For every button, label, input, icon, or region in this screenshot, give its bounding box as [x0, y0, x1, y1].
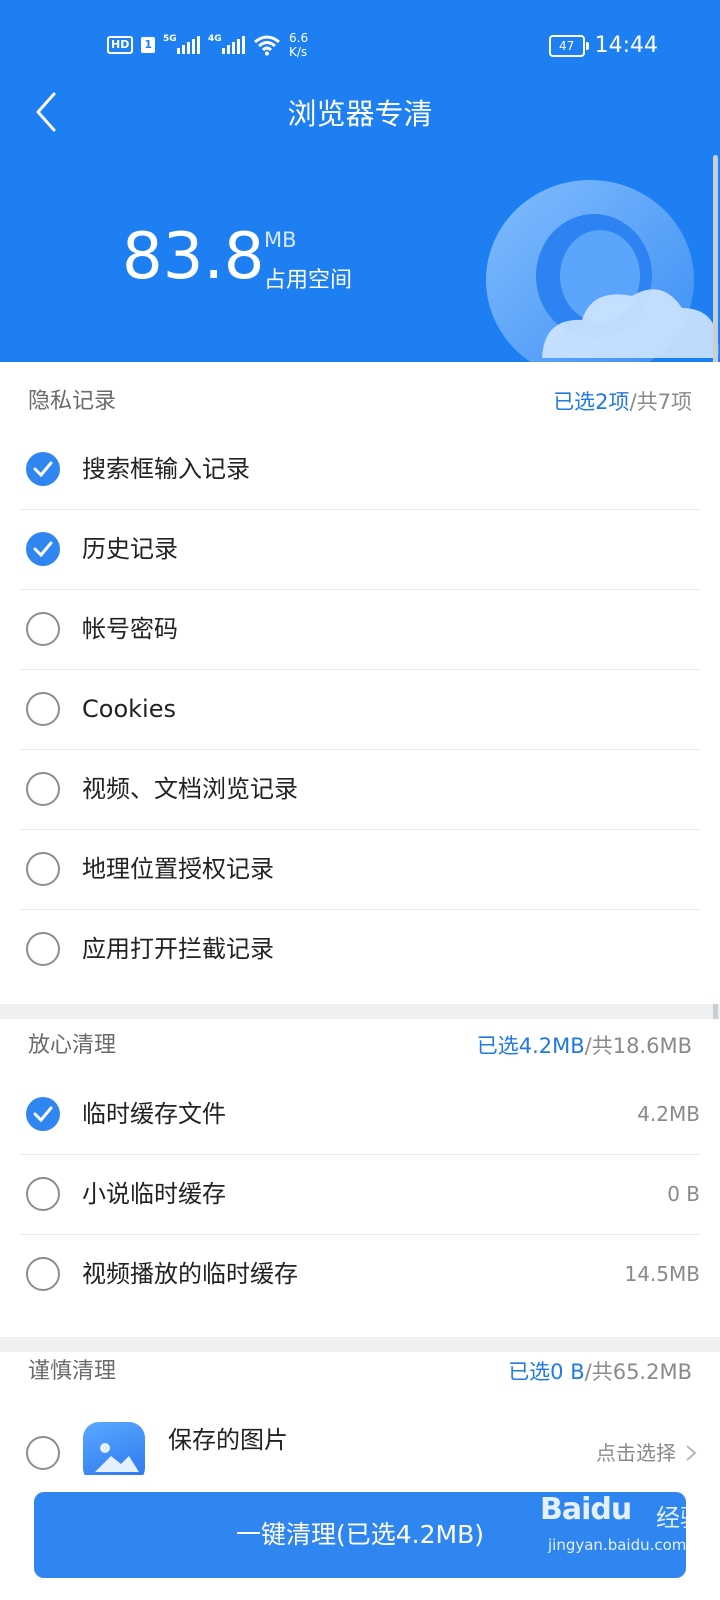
clock: 14:44 — [594, 33, 658, 58]
item-label: 小说临时缓存 — [82, 1180, 226, 1208]
privacy-item-location[interactable]: 地理位置授权记录 — [20, 829, 700, 910]
hd-badge: HD — [107, 36, 134, 54]
privacy-records-section: 隐私记录 已选2项/共7项 搜索框输入记录 历史记录 帐号密码 Cookies … — [0, 362, 720, 1004]
checked-icon[interactable] — [26, 532, 60, 566]
unchecked-icon[interactable] — [26, 1436, 60, 1470]
watermark-brand: Baidu — [540, 1492, 632, 1527]
chevron-right-icon — [686, 1445, 697, 1461]
signal-5g-icon: 5G — [163, 34, 200, 54]
unchecked-icon[interactable] — [26, 772, 60, 806]
header: HD 1 5G 4G 6.6 K/s 47 14:44 浏览器专清 83.8 M… — [0, 0, 720, 362]
signal-4g-icon: 4G — [208, 34, 245, 54]
safe-cleanup-section: 放心清理 已选4.2MB/共18.6MB 临时缓存文件 4.2MB 小说临时缓存… — [0, 1019, 720, 1337]
section-header: 放心清理 已选4.2MB/共18.6MB — [28, 1026, 692, 1066]
privacy-item-passwords[interactable]: 帐号密码 — [20, 589, 700, 670]
battery-icon: 47 — [548, 34, 589, 57]
item-label: 应用打开拦截记录 — [82, 935, 274, 963]
item-size: 0 B — [667, 1182, 700, 1206]
item-label: 保存的图片 — [168, 1426, 288, 1454]
unchecked-icon[interactable] — [26, 612, 60, 646]
occupied-size-unit: MB — [264, 228, 297, 252]
privacy-item-history[interactable]: 历史记录 — [20, 509, 700, 590]
item-label: 历史记录 — [82, 535, 178, 563]
watermark-brand-cn: 经验 — [656, 1504, 704, 1532]
item-label: 视频、文档浏览记录 — [82, 775, 298, 803]
item-size: 14.5MB — [624, 1262, 700, 1286]
section-count: 已选2项/共7项 — [553, 390, 692, 414]
item-size: 4.2MB — [637, 1102, 700, 1126]
item-label: 搜索框输入记录 — [82, 455, 250, 483]
status-left: HD 1 5G 4G 6.6 K/s — [107, 30, 308, 60]
status-bar: HD 1 5G 4G 6.6 K/s 47 14:44 — [0, 0, 720, 90]
privacy-item-video-doc[interactable]: 视频、文档浏览记录 — [20, 749, 700, 830]
wifi-icon — [254, 35, 280, 56]
occupied-size-label: 占用空间 — [264, 268, 353, 293]
occupied-size-value: 83.8 — [122, 220, 265, 294]
unchecked-icon[interactable] — [26, 932, 60, 966]
unchecked-icon[interactable] — [26, 692, 60, 726]
watermark-url: jingyan.baidu.com — [548, 1536, 687, 1554]
privacy-item-search-input[interactable]: 搜索框输入记录 — [20, 429, 700, 510]
item-label: 帐号密码 — [82, 615, 178, 643]
safe-item-temp-cache[interactable]: 临时缓存文件 4.2MB — [20, 1074, 700, 1155]
section-count: 已选0 B/共65.2MB — [508, 1360, 692, 1384]
item-label: 地理位置授权记录 — [82, 855, 274, 883]
checked-icon[interactable] — [26, 1097, 60, 1131]
item-label: Cookies — [82, 695, 176, 723]
section-title: 谨慎清理 — [28, 1359, 117, 1384]
safe-item-video-cache[interactable]: 视频播放的临时缓存 14.5MB — [20, 1234, 700, 1314]
section-header: 隐私记录 已选2项/共7项 — [28, 382, 692, 422]
privacy-item-cookies[interactable]: Cookies — [20, 669, 700, 750]
baidu-jingyan-watermark: Baidu 经验 jingyan.baidu.com — [540, 1480, 710, 1580]
unchecked-icon[interactable] — [26, 1177, 60, 1211]
item-label: 临时缓存文件 — [82, 1100, 226, 1128]
section-header: 谨慎清理 已选0 B/共65.2MB — [28, 1352, 692, 1392]
item-label: 视频播放的临时缓存 — [82, 1260, 298, 1288]
unchecked-icon[interactable] — [26, 1257, 60, 1291]
page-title: 浏览器专清 — [287, 97, 433, 131]
safe-item-novel-cache[interactable]: 小说临时缓存 0 B — [20, 1154, 700, 1235]
section-title: 隐私记录 — [28, 389, 117, 414]
section-count: 已选4.2MB/共18.6MB — [476, 1034, 692, 1058]
browser-logo-icon — [486, 180, 719, 362]
checked-icon[interactable] — [26, 452, 60, 486]
net-speed: 6.6 K/s — [289, 31, 309, 59]
unchecked-icon[interactable] — [26, 852, 60, 886]
privacy-item-app-intercept[interactable]: 应用打开拦截记录 — [20, 909, 700, 989]
status-right: 47 14:44 — [548, 33, 658, 58]
sim-badge: 1 — [141, 37, 155, 53]
section-title: 放心清理 — [28, 1033, 117, 1058]
